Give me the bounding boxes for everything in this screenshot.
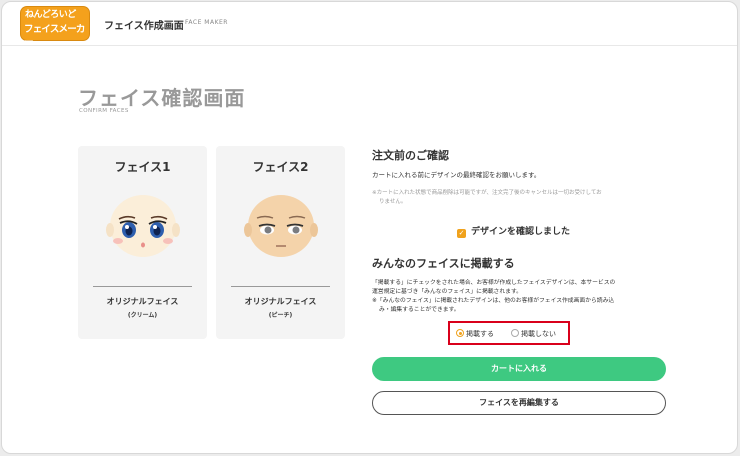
face-card-2: フェイス2 オリジナルフェイス (ピーチ) bbox=[216, 146, 345, 339]
face-preview-cream bbox=[106, 195, 180, 257]
publish-text-line3: ※「みんなのフェイス」に掲載されたデザインは、他のお客様がフェイス作成画面から読… bbox=[372, 298, 615, 304]
page-subtitle: CONFIRM FACES bbox=[79, 108, 129, 114]
checkbox-label: デザインを確認しました bbox=[471, 227, 571, 237]
face-card-color: (クリーム) bbox=[127, 312, 158, 319]
radio-no-publish[interactable]: 掲載しない bbox=[511, 329, 556, 339]
face-card-divider bbox=[231, 286, 330, 287]
face-preview-peach bbox=[244, 195, 318, 257]
face-card-divider bbox=[93, 286, 192, 287]
publish-text: 「掲載する」にチェックをされた場合、お客様が作成したフェイスデザインは、本サービ… bbox=[372, 279, 667, 315]
app-window: ねんどろいど フェイスメーカー フェイス作成画面 FACE MAKER フェイス… bbox=[1, 1, 738, 454]
re-edit-face-button[interactable]: フェイスを再編集する bbox=[372, 391, 666, 415]
face-card-name: オリジナルフェイス bbox=[106, 297, 179, 306]
logo-line2: フェイスメーカー bbox=[24, 24, 85, 48]
confirm-note-line1: ※カートに入れた状態で商品削除は可能ですが、注文完了後のキャンセルは一切お受けし… bbox=[372, 190, 602, 196]
face-card-color: (ピーチ) bbox=[268, 312, 293, 319]
publish-radio-group: 掲載する 掲載しない bbox=[448, 321, 570, 345]
header: ねんどろいど フェイスメーカー フェイス作成画面 FACE MAKER bbox=[2, 2, 737, 48]
radio-publish-label: 掲載する bbox=[466, 330, 494, 338]
publish-text-line4: み・編集することができます。 bbox=[379, 307, 460, 313]
checkmark-icon[interactable]: ✓ bbox=[457, 229, 466, 238]
radio-no-publish-label: 掲載しない bbox=[521, 330, 556, 338]
face-card-title: フェイス1 bbox=[114, 160, 171, 174]
radio-selected-icon[interactable] bbox=[456, 329, 464, 337]
face-card-name: オリジナルフェイス bbox=[244, 297, 317, 306]
confirm-text: カートに入れる前にデザインの最終確認をお願いします。 bbox=[372, 171, 541, 179]
radio-publish[interactable]: 掲載する bbox=[456, 329, 494, 339]
confirm-note-line2: りません。 bbox=[379, 199, 407, 205]
logo-line1: ねんどろいど bbox=[25, 10, 76, 20]
face-card-1: フェイス1 オリジナルフェイス (クリーム) bbox=[78, 146, 207, 339]
nendoroid-face-maker-logo[interactable]: ねんどろいど フェイスメーカー bbox=[21, 7, 89, 48]
face-card-title: フェイス2 bbox=[252, 160, 309, 174]
confirm-note: ※カートに入れた状態で商品削除は可能ですが、注文完了後のキャンセルは一切お受けし… bbox=[372, 189, 662, 207]
publish-text-line1: 「掲載する」にチェックをされた場合、お客様が作成したフェイスデザインは、本サービ… bbox=[372, 280, 616, 286]
publish-heading: みんなのフェイスに掲載する bbox=[372, 257, 515, 270]
radio-unselected-icon[interactable] bbox=[511, 329, 519, 337]
header-subtitle: FACE MAKER bbox=[185, 19, 228, 26]
design-confirmed-checkbox[interactable]: ✓ デザインを確認しました bbox=[457, 224, 570, 238]
header-title: フェイス作成画面 bbox=[104, 21, 184, 32]
add-to-cart-button[interactable]: カートに入れる bbox=[372, 357, 666, 381]
page-title: フェイス確認画面 bbox=[78, 86, 246, 110]
publish-text-line2: 運営規定に基づき「みんなのフェイス」に掲載されます。 bbox=[372, 289, 522, 295]
confirm-heading: 注文前のご確認 bbox=[372, 149, 449, 162]
